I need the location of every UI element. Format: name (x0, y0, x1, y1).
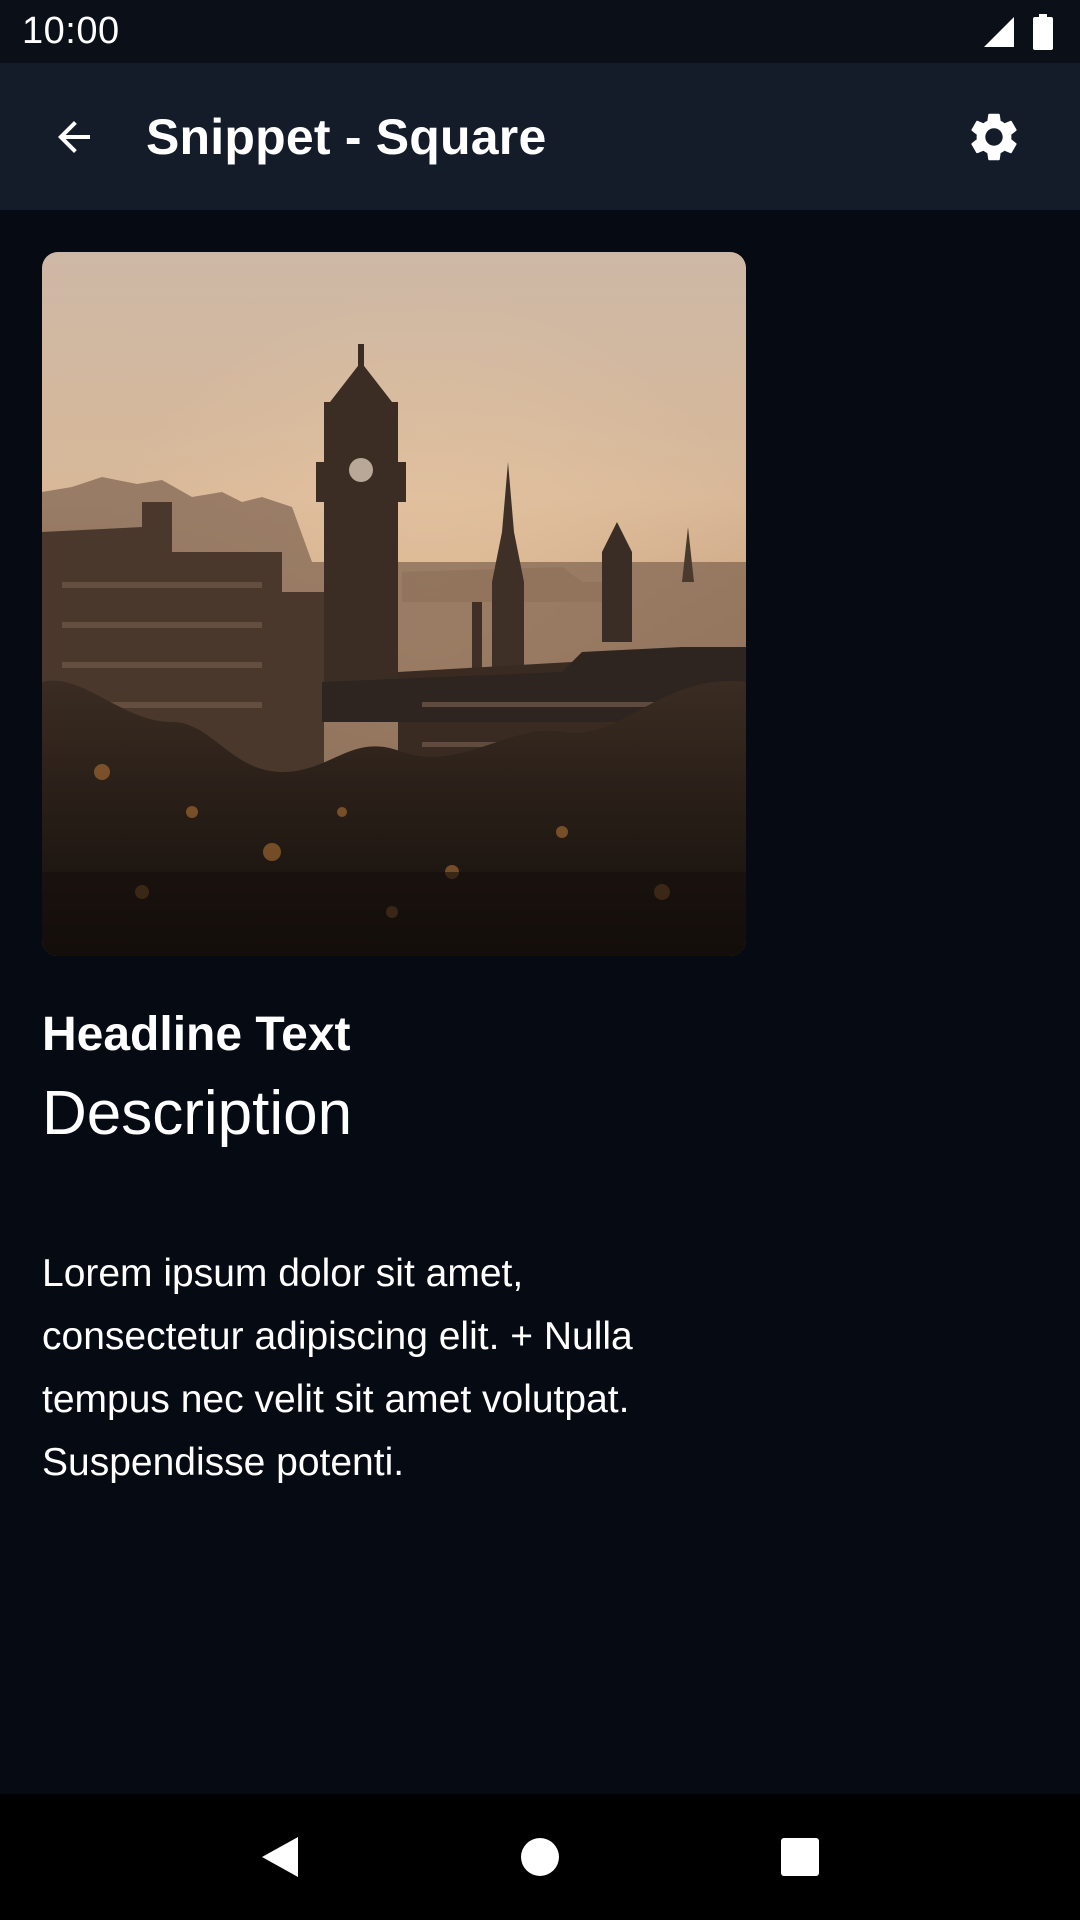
body-line: Suspendisse potenti. (42, 1441, 405, 1485)
headline-text: Headline Text (42, 1008, 351, 1061)
city-skyline-photo[interactable] (42, 252, 746, 956)
gear-icon (971, 113, 1017, 160)
body-line: tempus nec velit sit amet volutpat. (42, 1378, 630, 1422)
body-line: consectetur adipiscing elit. + Nulla (42, 1315, 633, 1359)
status-icons (980, 13, 1054, 50)
arrow-back-icon (58, 120, 90, 153)
snippet-card: Headline Text Description Lorem ipsum do… (42, 252, 746, 1494)
nav-home-button[interactable] (500, 1817, 580, 1897)
battery-icon (1033, 13, 1053, 50)
nav-recents-button[interactable] (760, 1817, 840, 1897)
top-app-bar: Snippet - Square (0, 63, 1080, 210)
system-navigation-bar (0, 1794, 1080, 1920)
nav-recents-icon (781, 1838, 819, 1876)
nav-home-icon (521, 1838, 559, 1876)
description-text: Description (42, 1078, 353, 1148)
status-bar: 10:00 (0, 0, 1080, 63)
nav-back-button[interactable] (240, 1817, 320, 1897)
city-skyline-illustration (42, 252, 746, 956)
back-button[interactable] (36, 99, 112, 175)
status-time: 10:00 (22, 10, 120, 52)
nav-back-icon (262, 1837, 298, 1877)
page-title: Snippet - Square (146, 108, 547, 165)
body-text: Lorem ipsum dolor sit amet, consectetur … (42, 1242, 746, 1494)
settings-button[interactable] (954, 97, 1034, 177)
body-line: Lorem ipsum dolor sit amet, (42, 1252, 524, 1296)
cellular-signal-icon (984, 16, 1014, 47)
